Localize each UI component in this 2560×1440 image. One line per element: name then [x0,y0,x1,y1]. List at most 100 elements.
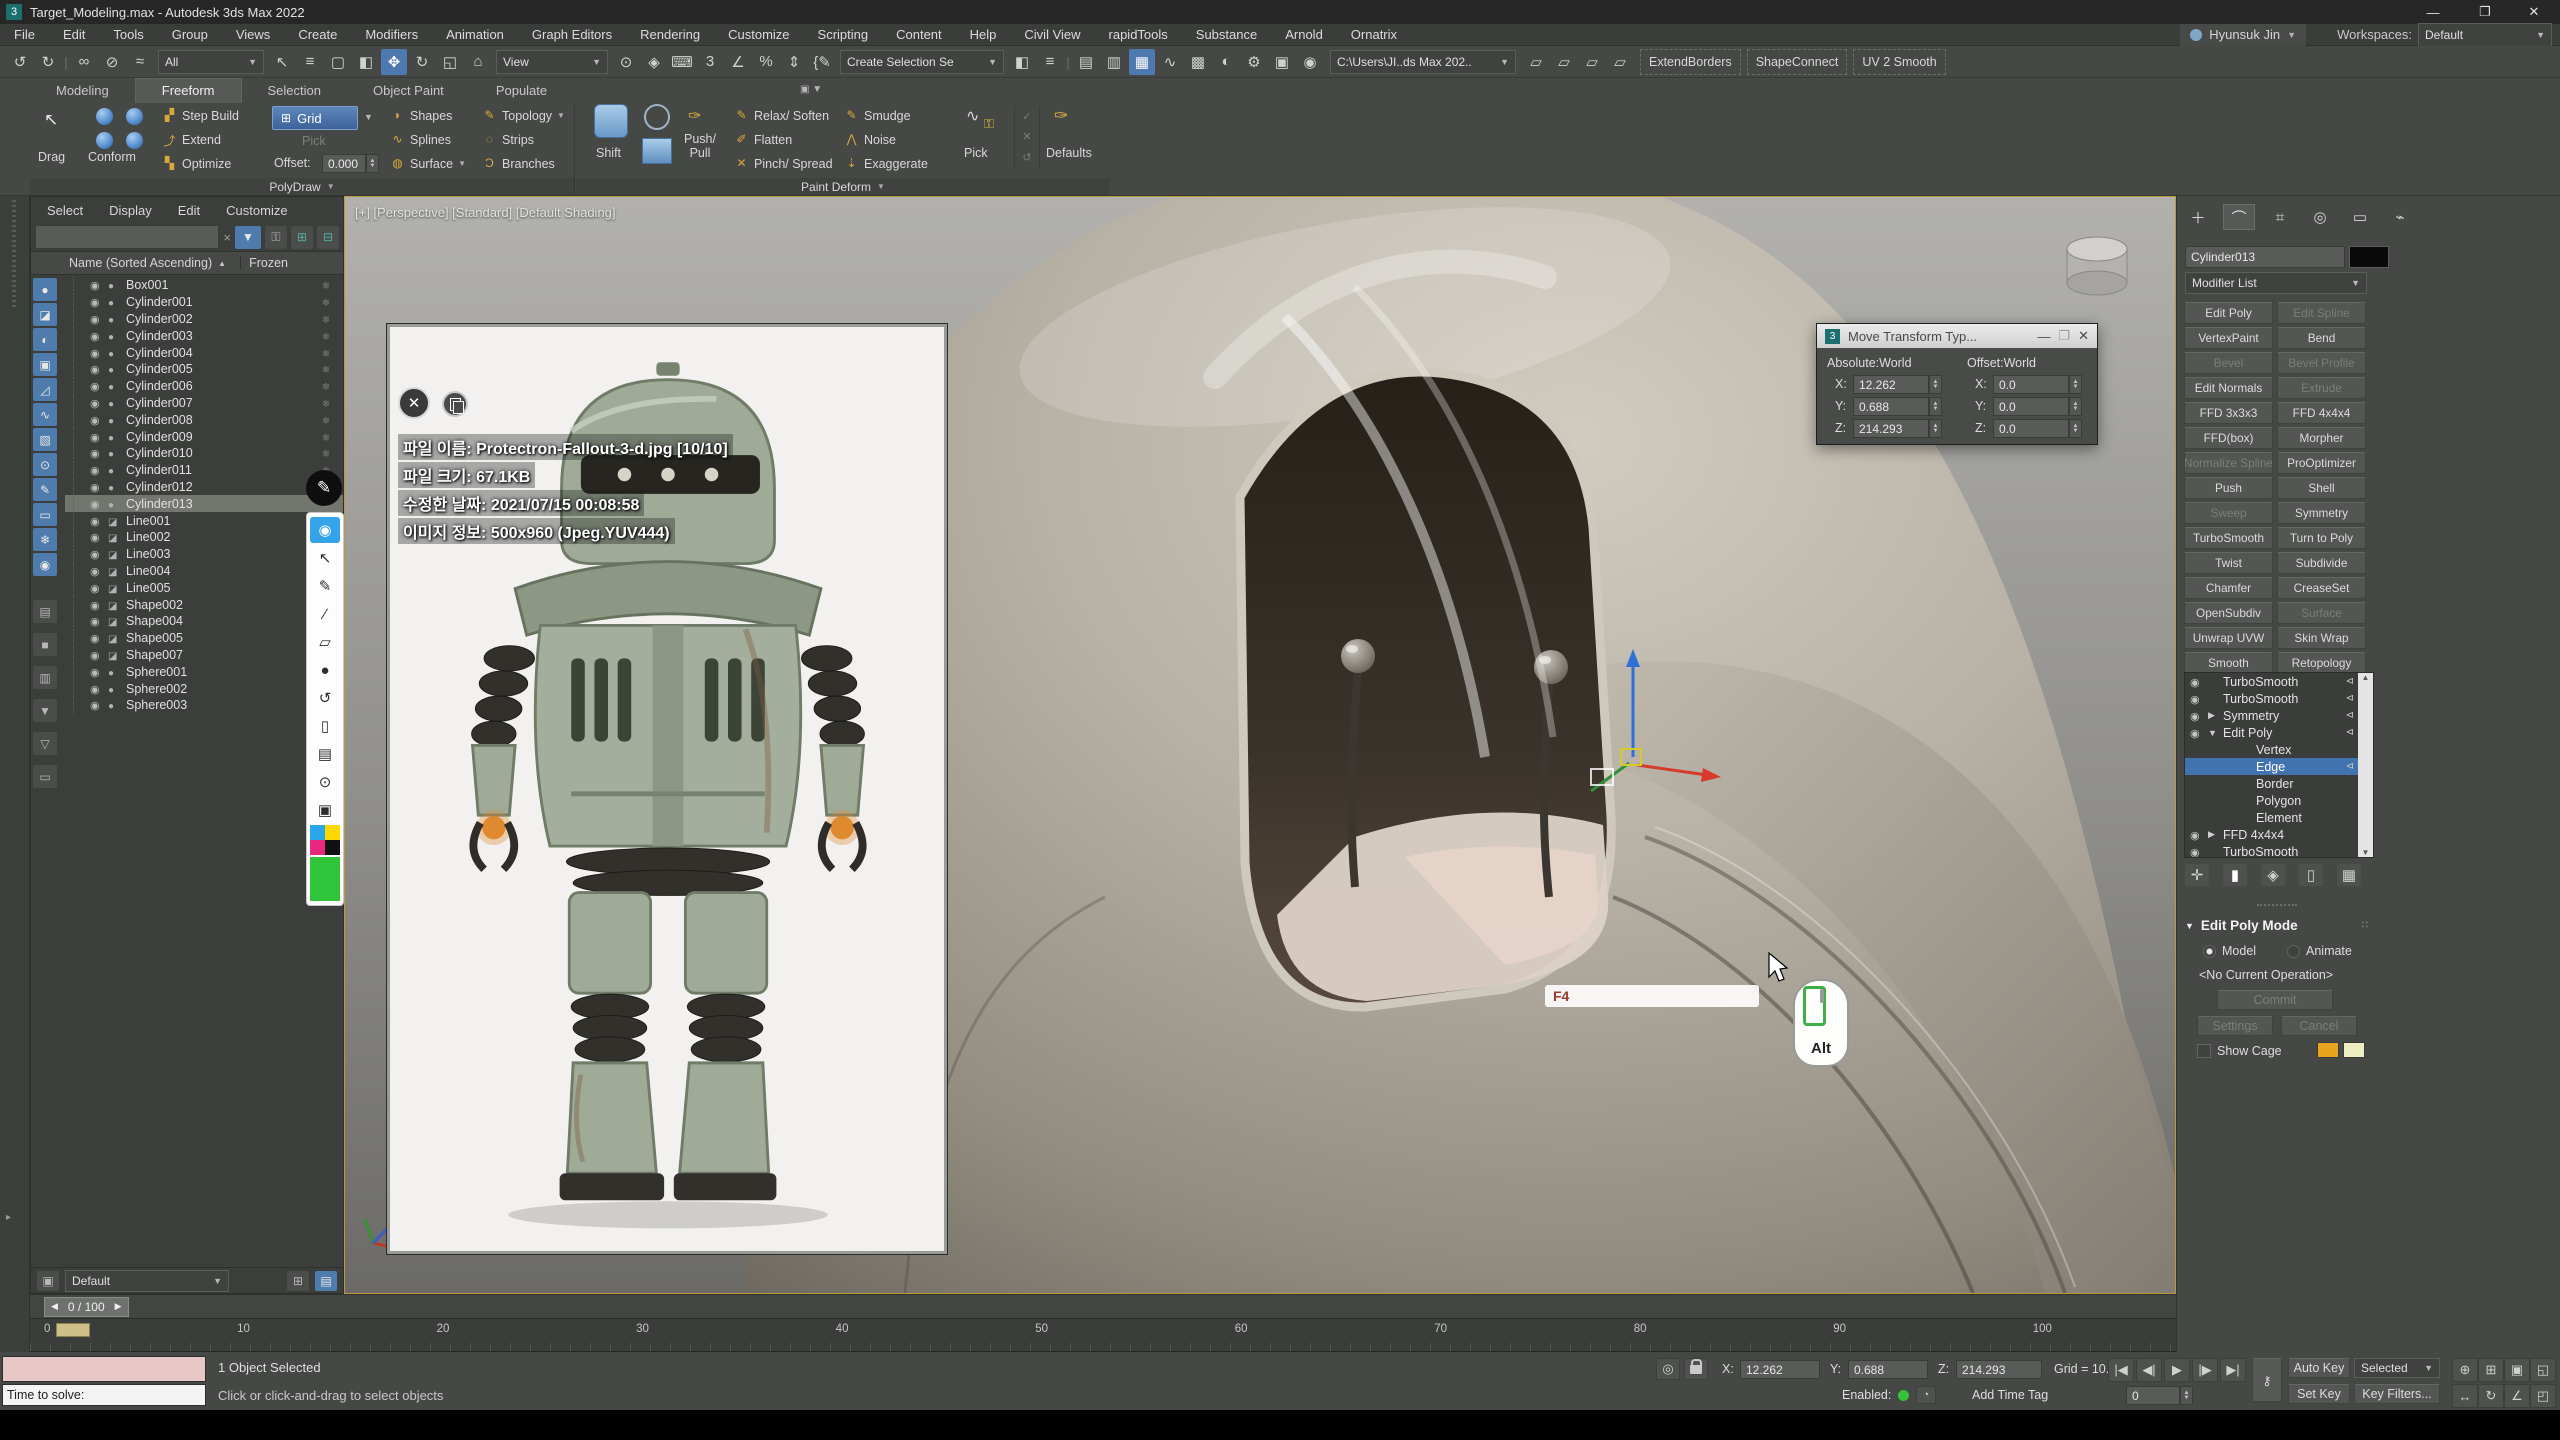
modifier-button[interactable]: Smooth [2184,652,2273,674]
visibility-eye-icon[interactable] [90,581,108,595]
archive-icon[interactable]: ▭ [33,765,57,788]
reference-coordinate-select[interactable]: View▼ [496,50,608,74]
fov-icon[interactable]: ∠ [2504,1384,2530,1408]
modifier-button[interactable]: Shell [2277,477,2366,499]
menu-item[interactable]: Animation [432,24,518,46]
visibility-eye-icon[interactable] [90,463,108,477]
relax-soften-button[interactable]: ✎ Relax/ Soften [734,108,829,123]
frozen-toggle-icon[interactable] [309,430,343,444]
modifier-button[interactable]: Extrude [2277,377,2366,399]
paint-deform-panel-chevron-icon[interactable]: ▼ [877,182,885,191]
noise-button[interactable]: ⋀ Noise [844,132,896,147]
zoom-icon[interactable]: ⊕ [2452,1358,2478,1382]
modifier-stack-row[interactable]: Edge [2185,758,2358,775]
visibility-eye-icon[interactable] [90,379,108,393]
ribbon-tab[interactable]: Modeling [30,78,135,102]
scene-explorer-menu[interactable]: Customize [226,203,287,218]
maxscript-mini-listener[interactable]: Time to solve: [2,1384,206,1406]
off-x-field[interactable]: 0.0 [1993,375,2069,394]
visibility-eye-icon[interactable] [90,430,108,444]
select-object-icon[interactable]: ↖ [269,49,295,75]
active-toggle-icon[interactable] [2346,710,2354,721]
scene-object-row[interactable]: Sphere002 [65,680,343,697]
expand-tree-icon[interactable]: ⊞ [291,226,313,249]
macro-script-button[interactable]: ExtendBorders [1640,49,1741,75]
scene-object-row[interactable]: Shape007 [65,647,343,664]
scene-explorer-menu[interactable]: Select [47,203,83,218]
visibility-eye-icon[interactable] [90,530,108,544]
import-icon[interactable]: ▱ [1607,49,1633,75]
scene-object-row[interactable]: Box001 [65,277,343,294]
project-path-select[interactable]: C:\Users\JI..ds Max 202..▼ [1330,50,1516,74]
splines-button[interactable]: ∿ Splines [390,132,451,147]
pan-icon[interactable]: ↔ [2452,1384,2478,1408]
maximize-viewport-icon[interactable]: ◰ [2530,1384,2556,1408]
scene-object-row[interactable]: Line003 [65,546,343,563]
modify-tab-icon[interactable]: ⌒ [2223,204,2255,230]
render-production-icon[interactable]: ◉ [1297,49,1323,75]
annotate-line-icon[interactable]: ∕ [310,601,340,627]
cancel-button[interactable]: Cancel [2281,1016,2357,1036]
shapes-button[interactable]: ◗ Shapes [390,108,452,123]
active-toggle-icon[interactable] [2346,676,2354,687]
scene-object-row[interactable]: Cylinder008 [65,411,343,428]
extend-button[interactable]: ⤴ Extend [162,132,221,147]
auto-key-button[interactable]: Auto Key [2288,1358,2350,1378]
annotation-color-grid[interactable] [310,825,340,855]
visibility-eye-icon[interactable] [90,614,108,628]
abs-z-spinner[interactable]: ▲▼ [1929,419,1942,438]
grid-dropdown-icon[interactable]: ▼ [364,112,373,122]
maximize-button[interactable]: ❐ [2462,4,2508,20]
scene-object-row[interactable]: Shape005 [65,630,343,647]
modifier-stack-row[interactable]: ▶ Symmetry [2185,707,2358,724]
abs-x-field[interactable]: 12.262 [1853,375,1929,394]
search-input[interactable] [35,225,219,249]
frozen-toggle-icon[interactable] [309,413,343,427]
scene-object-row[interactable]: Cylinder012 [65,479,343,496]
conform-tool[interactable]: Conform [88,150,136,164]
abs-y-field[interactable]: 0.688 [1853,397,1929,416]
menu-item[interactable]: Ornatrix [1337,24,1411,46]
collapse-tree-icon[interactable]: ⊟ [317,226,339,249]
display-frozen-icon[interactable]: ❄ [33,528,57,551]
defaults-tool[interactable]: Defaults [1046,146,1092,160]
dialog-close-icon[interactable]: ✕ [2078,328,2089,344]
pin-stack-icon[interactable]: ✛ [2185,864,2209,886]
revert-paint-icon[interactable]: ↺ [1022,151,1031,164]
scene-object-row[interactable]: Cylinder006 [65,378,343,395]
show-cage-checkbox[interactable]: Show Cage [2197,1044,2282,1058]
lock-explorer-icon[interactable]: ⚿ [265,226,287,249]
make-unique-icon[interactable]: ◈ [2261,864,2285,886]
active-toggle-icon[interactable] [2346,693,2354,704]
copy-reference-icon[interactable] [442,391,468,417]
shift-brush-icon[interactable] [594,104,628,138]
display-xrefs-icon[interactable]: ⊙ [33,453,57,476]
modifier-button[interactable]: CreaseSet [2277,577,2366,599]
annotation-active-color-green[interactable] [310,857,340,901]
frozen-toggle-icon[interactable] [309,362,343,376]
mirror-icon[interactable]: ◧ [1009,49,1035,75]
minimize-button[interactable]: — [2410,5,2456,20]
modifier-eye-icon[interactable] [2190,692,2203,706]
display-cameras-icon[interactable]: ▣ [33,353,57,376]
curve-editor-icon[interactable]: ∿ [1157,49,1183,75]
select-and-manipulate-icon[interactable]: ◈ [641,49,667,75]
angle-snap-icon[interactable]: ∠ [725,49,751,75]
next-frame-icon[interactable]: |▶ [2192,1358,2218,1382]
zoom-extents-icon[interactable]: ▣ [2504,1358,2530,1382]
display-geometry-icon[interactable]: ● [33,278,57,301]
selection-filter-select[interactable]: All▼ [158,50,264,74]
track-bar[interactable]: 0102030405060708090100 [30,1318,2176,1352]
display-groups-icon[interactable]: ▧ [33,428,57,451]
create-selection-set-field[interactable]: Create Selection Se▼ [840,50,1004,74]
strips-button[interactable]: ◌ Strips [482,132,534,147]
annotate-pen-icon[interactable]: ✎ [310,573,340,599]
scene-object-row[interactable]: Cylinder011 [65,462,343,479]
scene-object-row[interactable]: Cylinder007 [65,395,343,412]
conform-revert-icon[interactable] [126,132,143,149]
select-and-rotate-icon[interactable]: ↻ [409,49,435,75]
frozen-toggle-icon[interactable] [309,396,343,410]
display-helpers-icon[interactable]: ◿ [33,378,57,401]
surface-button[interactable]: ◍ Surface ▼ [390,156,466,171]
configure-modifier-sets-icon[interactable]: ▦ [2337,864,2361,886]
